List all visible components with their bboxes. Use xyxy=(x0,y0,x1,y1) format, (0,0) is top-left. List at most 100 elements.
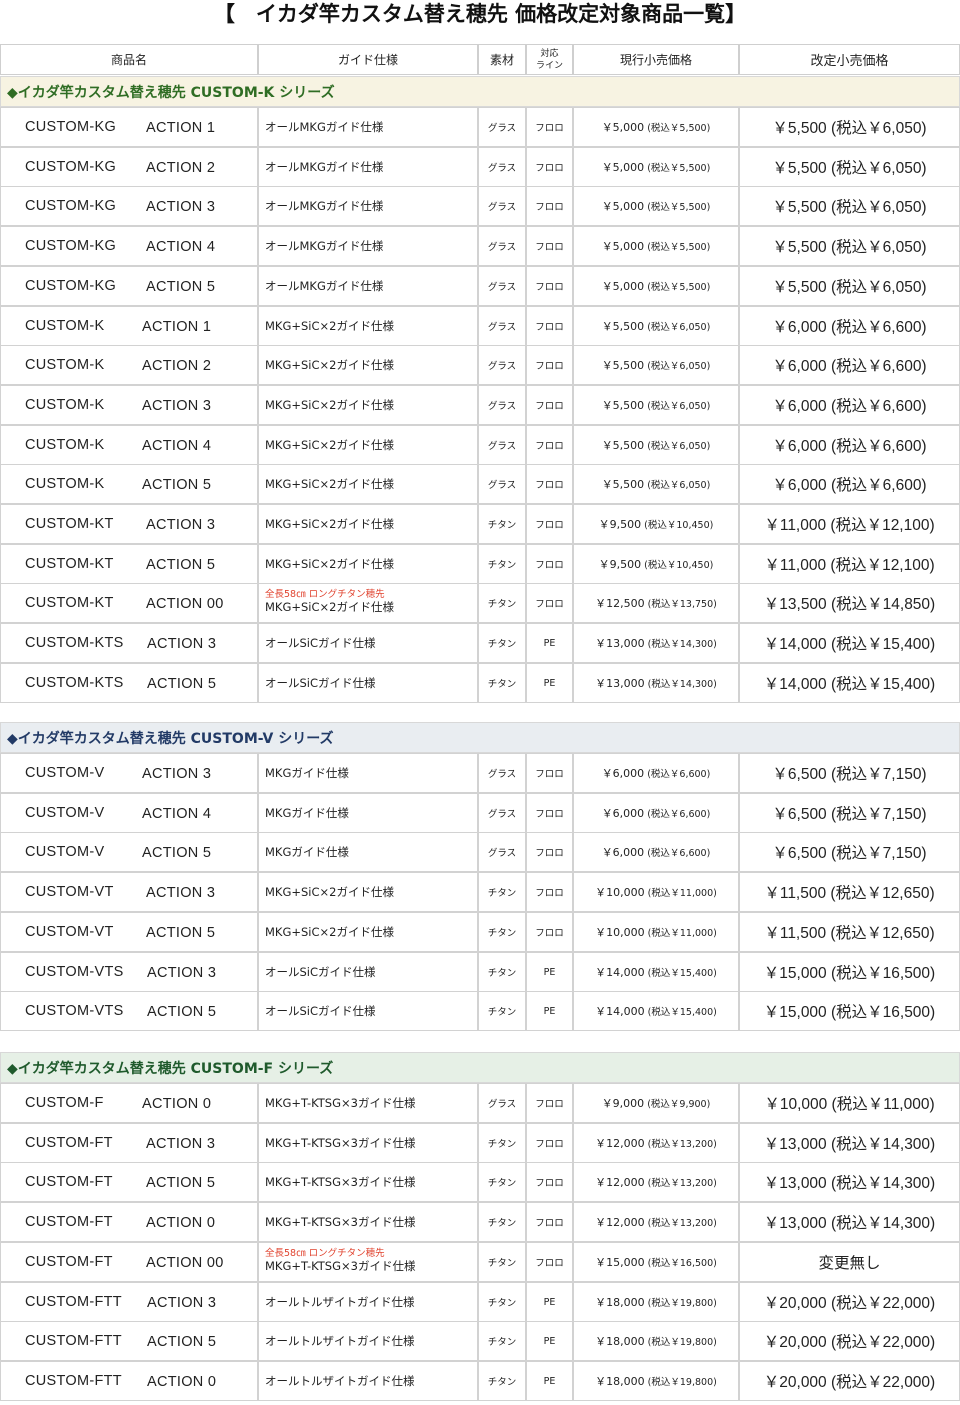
current-price: ￥15,000 xyxy=(595,1256,645,1269)
current-price-tax: (税込￥10,450) xyxy=(644,560,714,571)
model-name: CUSTOM-KT xyxy=(25,556,114,572)
model-name: CUSTOM-KTS xyxy=(25,675,124,691)
current-price-tax: (税込￥6,600) xyxy=(647,769,711,780)
model-name: CUSTOM-F xyxy=(25,1095,104,1111)
table-row: CUSTOM-KTS ACTION 3 オールSiCガイド仕様 チタン PE ￥13,00… xyxy=(0,623,960,663)
current-price-tax: (税込￥6,050) xyxy=(647,401,711,412)
line-cell: フロロ xyxy=(526,1162,573,1202)
action-name: ACTION 5 xyxy=(146,925,216,941)
model-name: CUSTOM-KT xyxy=(25,516,114,532)
current-price-cell: ￥13,000 (税込￥14,300) xyxy=(573,623,739,663)
table-row: CUSTOM-K ACTION 3 MKG+SiC×2ガイド仕様 グラス フロロ ￥5,5… xyxy=(0,385,960,425)
new-price-cell: ￥13,500 (税込￥14,850) xyxy=(739,583,960,623)
product-name-cell: CUSTOM-F ACTION 0 xyxy=(0,1083,258,1123)
current-price-tax: (税込￥5,500) xyxy=(647,163,711,174)
current-price-tax: (税込￥19,800) xyxy=(647,1377,717,1388)
guide-spec: オールSiCガイド仕様 xyxy=(265,964,376,979)
model-name: CUSTOM-K xyxy=(25,357,105,373)
guide-spec: オールSiCガイド仕様 xyxy=(265,1003,376,1018)
current-price: ￥18,000 xyxy=(595,1335,645,1348)
line-cell: フロロ xyxy=(526,226,573,266)
guide-spec-cell: 全長58㎝ ロングチタン穂先 MKG+T-KTSG×3ガイド仕様 xyxy=(258,1242,478,1282)
header-guide: ガイド仕様 xyxy=(258,44,478,75)
material-cell: グラス xyxy=(478,345,526,385)
table-row: CUSTOM-V ACTION 5 MKGガイド仕様 グラス フロロ ￥6,000 (税込￥… xyxy=(0,832,960,872)
new-price-cell: ￥13,000 (税込￥14,300) xyxy=(739,1202,960,1242)
new-price-cell: ￥10,000 (税込￥11,000) xyxy=(739,1083,960,1123)
current-price: ￥5,500 xyxy=(601,399,645,412)
model-name: CUSTOM-V xyxy=(25,844,105,860)
current-price: ￥6,000 xyxy=(601,767,645,780)
guide-spec: MKG+SiC×2ガイド仕様 xyxy=(265,884,394,899)
new-price-cell: ￥6,000 (税込￥6,600) xyxy=(739,306,960,346)
product-name-cell: CUSTOM-VTS ACTION 3 xyxy=(0,952,258,992)
guide-spec: MKG+SiC×2ガイド仕様 xyxy=(265,516,394,531)
material-cell: グラス xyxy=(478,107,526,147)
model-name: CUSTOM-VTS xyxy=(25,1003,124,1019)
line-cell: フロロ xyxy=(526,544,573,584)
material-cell: グラス xyxy=(478,306,526,346)
product-name-cell: CUSTOM-KG ACTION 4 xyxy=(0,226,258,266)
table-row: CUSTOM-FT ACTION 00 全長58㎝ ロングチタン穂先 MKG+T-KT… xyxy=(0,1242,960,1282)
action-name: ACTION 5 xyxy=(142,477,212,493)
product-name-cell: CUSTOM-V ACTION 4 xyxy=(0,793,258,833)
new-price-cell: ￥5,500 (税込￥6,050) xyxy=(739,147,960,187)
guide-spec-cell: MKG+SiC×2ガイド仕様 xyxy=(258,425,478,465)
current-price: ￥10,000 xyxy=(595,926,645,939)
line-cell: PE xyxy=(526,991,573,1031)
current-price-cell: ￥18,000 (税込￥19,800) xyxy=(573,1361,739,1401)
material-cell: チタン xyxy=(478,1282,526,1322)
table-row: CUSTOM-KT ACTION 5 MKG+SiC×2ガイド仕様 チタン フロロ ￥9,… xyxy=(0,544,960,584)
current-price-cell: ￥15,000 (税込￥16,500) xyxy=(573,1242,739,1282)
guide-spec: MKGガイド仕様 xyxy=(265,844,349,859)
current-price: ￥5,000 xyxy=(601,240,645,253)
current-price-cell: ￥5,000 (税込￥5,500) xyxy=(573,186,739,226)
product-name-cell: CUSTOM-FT ACTION 0 xyxy=(0,1202,258,1242)
current-price-tax: (税込￥10,450) xyxy=(644,520,714,531)
line-cell: PE xyxy=(526,1321,573,1361)
header-new-price: 改定小売価格 xyxy=(739,44,960,75)
action-name: ACTION 4 xyxy=(142,806,212,822)
material-cell: チタン xyxy=(478,912,526,952)
product-name-cell: CUSTOM-FT ACTION 3 xyxy=(0,1123,258,1163)
action-name: ACTION 0 xyxy=(146,1215,216,1231)
guide-spec-cell: オールトルザイトガイド仕様 xyxy=(258,1361,478,1401)
new-price-cell: ￥11,500 (税込￥12,650) xyxy=(739,872,960,912)
current-price-cell: ￥10,000 (税込￥11,000) xyxy=(573,872,739,912)
line-cell: フロロ xyxy=(526,1242,573,1282)
current-price-tax: (税込￥6,050) xyxy=(647,322,711,333)
table-header: 商品名 ガイド仕様 素材 対応 ライン 現行小売価格 改定小売価格 xyxy=(0,44,960,77)
section-banner: ◆イカダ竿カスタム替え穂先 CUSTOM-V シリーズ xyxy=(0,722,960,753)
new-price-cell: ￥5,500 (税込￥6,050) xyxy=(739,266,960,306)
model-name: CUSTOM-KG xyxy=(25,159,117,175)
product-name-cell: CUSTOM-V ACTION 5 xyxy=(0,832,258,872)
current-price: ￥10,000 xyxy=(595,886,645,899)
guide-spec-cell: MKG+SiC×2ガイド仕様 xyxy=(258,345,478,385)
action-name: ACTION 00 xyxy=(146,596,224,612)
action-name: ACTION 5 xyxy=(147,1334,217,1350)
guide-spec-cell: オールSiCガイド仕様 xyxy=(258,952,478,992)
line-cell: フロロ xyxy=(526,793,573,833)
current-price: ￥13,000 xyxy=(595,637,645,650)
table-row: CUSTOM-KG ACTION 4 オールMKGガイド仕様 グラス フロロ ￥5,000… xyxy=(0,226,960,266)
model-name: CUSTOM-KT xyxy=(25,595,114,611)
action-name: ACTION 4 xyxy=(146,239,216,255)
line-cell: フロロ xyxy=(526,832,573,872)
guide-spec-cell: オールトルザイトガイド仕様 xyxy=(258,1321,478,1361)
current-price: ￥9,500 xyxy=(598,518,642,531)
material-cell: チタン xyxy=(478,1202,526,1242)
product-name-cell: CUSTOM-K ACTION 3 xyxy=(0,385,258,425)
current-price-tax: (税込￥13,200) xyxy=(647,1218,717,1229)
action-name: ACTION 0 xyxy=(142,1096,212,1112)
current-price-tax: (税込￥13,200) xyxy=(647,1178,717,1189)
line-cell: PE xyxy=(526,1282,573,1322)
action-name: ACTION 1 xyxy=(146,120,216,136)
current-price-cell: ￥5,500 (税込￥6,050) xyxy=(573,464,739,504)
new-price-cell: ￥6,000 (税込￥6,600) xyxy=(739,345,960,385)
line-cell: フロロ xyxy=(526,306,573,346)
current-price-cell: ￥9,500 (税込￥10,450) xyxy=(573,544,739,584)
guide-spec-cell: MKG+T-KTSG×3ガイド仕様 xyxy=(258,1123,478,1163)
product-name-cell: CUSTOM-VTS ACTION 5 xyxy=(0,991,258,1031)
new-price-cell: ￥11,500 (税込￥12,650) xyxy=(739,912,960,952)
guide-spec: MKG+T-KTSG×3ガイド仕様 xyxy=(265,1174,416,1189)
